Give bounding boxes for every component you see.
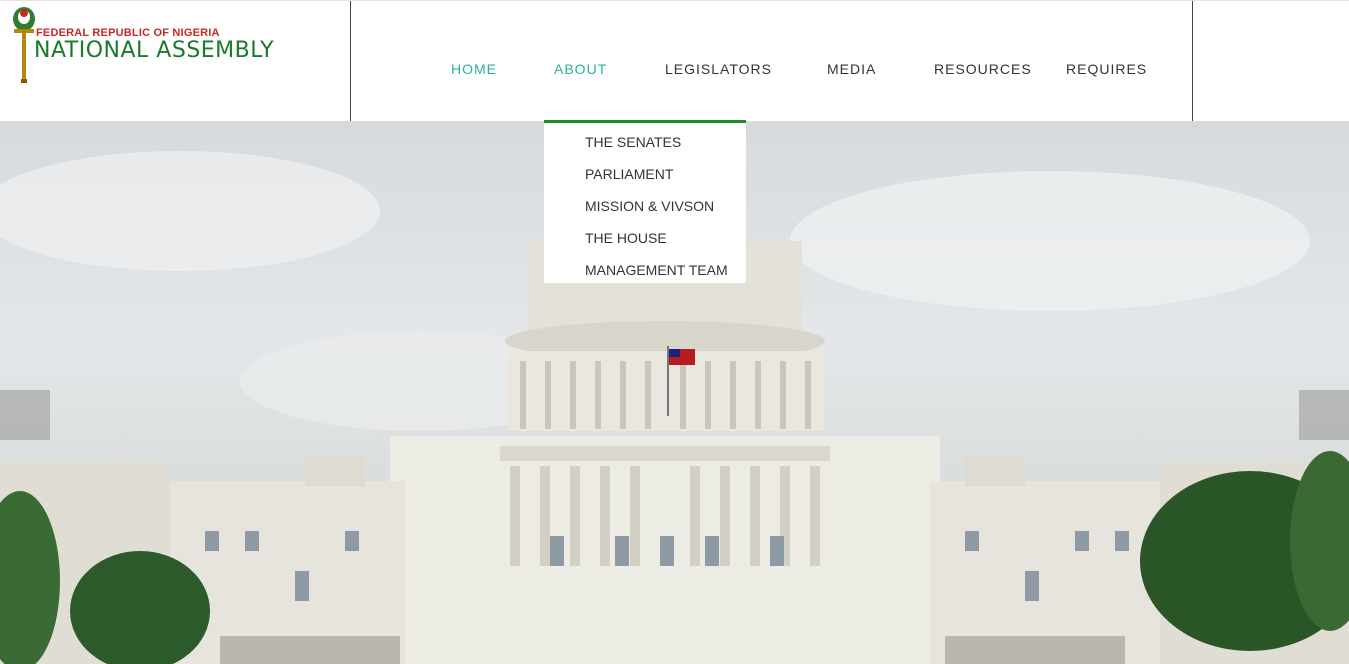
nav-item-media[interactable]: MEDIA	[827, 61, 876, 77]
nav-item-legislators[interactable]: LEGISLATORS	[665, 61, 772, 77]
menu-item-the-house[interactable]: THE HOUSE	[585, 230, 667, 246]
nav-item-requires[interactable]: REQUIRES	[1066, 61, 1147, 77]
main-nav: HOME ABOUT LEGISLATORS MEDIA RESOURCES R…	[0, 1, 1349, 121]
nav-item-resources[interactable]: RESOURCES	[934, 61, 1032, 77]
menu-item-management-team[interactable]: MANAGEMENT TEAM	[585, 262, 728, 278]
menu-item-parliament[interactable]: PARLIAMENT	[585, 166, 673, 182]
slider-next-button[interactable]	[1299, 390, 1349, 440]
menu-item-mission-vision[interactable]: MISSION & VIVSON	[585, 198, 714, 214]
slider-prev-button[interactable]	[0, 390, 50, 440]
about-dropdown-menu: THE SENATES PARLIAMENT MISSION & VIVSON …	[544, 120, 746, 283]
nav-item-home[interactable]: HOME	[451, 61, 497, 77]
menu-item-the-senates[interactable]: THE SENATES	[585, 134, 681, 150]
nav-item-about[interactable]: ABOUT	[554, 61, 607, 77]
site-header: FEDERAL REPUBLIC OF NIGERIA NATIONAL ASS…	[0, 0, 1349, 121]
